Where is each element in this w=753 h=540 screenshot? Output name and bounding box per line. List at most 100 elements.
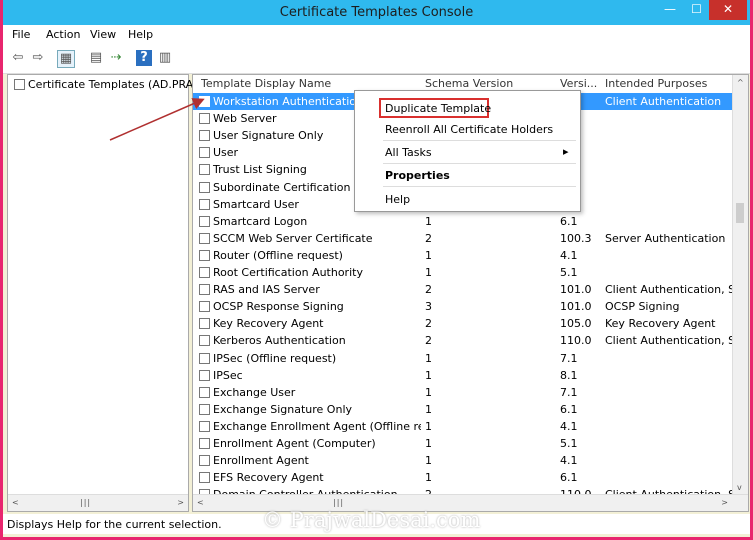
cell-version: 7.1 [560, 384, 600, 401]
table-row[interactable]: Smartcard Logon 1 6.1 [193, 213, 733, 230]
cell-display-name-text: Exchange User [213, 385, 296, 399]
toolbar: ⇦ ⇨ ▦ ▤ ⇢ ? ▥ [3, 45, 750, 74]
certificate-template-icon [199, 472, 210, 484]
cell-schema-version-text: 1 [425, 266, 432, 279]
forward-arrow-icon[interactable]: ⇨ [30, 50, 46, 66]
cell-schema-version-text: 1 [425, 402, 432, 416]
cell-version-text: 4.1 [560, 248, 578, 262]
table-row[interactable]: IPSec (Offline request) 1 7.1 [193, 350, 733, 367]
cell-display-name-text: Enrollment Agent (Computer) [213, 437, 376, 450]
tree-root-item[interactable]: Certificate Templates (AD.PRAJW [14, 78, 207, 91]
cell-schema-version: 1 [425, 213, 555, 230]
table-row[interactable]: Exchange User 1 7.1 [193, 384, 733, 401]
cell-version-text: 8.1 [560, 368, 578, 382]
table-row[interactable]: Exchange Enrollment Agent (Offline requ.… [193, 418, 733, 435]
tree-root-label: Certificate Templates (AD.PRAJW [28, 78, 208, 91]
cell-intended-purposes-text: Client Authentication, Serv [605, 283, 733, 297]
tree-horizontal-scrollbar[interactable]: < ||| > [8, 494, 188, 511]
scroll-right-icon[interactable]: > [721, 498, 728, 507]
back-arrow-icon[interactable]: ⇦ [10, 50, 26, 66]
certificate-template-icon [199, 198, 210, 210]
table-row[interactable]: Router (Offline request) 1 4.1 [193, 247, 733, 264]
cell-version: 6.1 [560, 469, 600, 486]
scroll-left-icon[interactable]: < [12, 498, 19, 507]
cell-display-name-text: User [213, 146, 239, 160]
cell-version-text: 7.1 [560, 385, 578, 399]
cell-display-name-text: Router (Offline request) [213, 248, 343, 262]
cell-intended-purposes-text: OCSP Signing [605, 300, 680, 314]
title-bar[interactable]: Certificate Templates Console — ☐ ✕ [3, 0, 750, 25]
cell-display-name-text: Subordinate Certification Aut [213, 180, 373, 194]
cell-schema-version: 1 [425, 367, 555, 384]
cell-version-text: 110.0 [560, 334, 592, 348]
menu-reenroll-all[interactable]: Reenroll All Certificate Holders [385, 123, 553, 136]
certificate-template-icon [199, 301, 210, 313]
menu-file[interactable]: File [12, 28, 30, 41]
table-row[interactable]: SCCM Web Server Certificate 2 100.3 Server … [193, 230, 733, 247]
cell-schema-version-text: 1 [425, 419, 432, 433]
cell-version: 4.1 [560, 418, 600, 435]
menu-view[interactable]: View [90, 28, 116, 41]
menu-duplicate-template[interactable]: Duplicate Template [385, 102, 491, 115]
cell-schema-version-text: 1 [425, 248, 432, 262]
table-row[interactable]: EFS Recovery Agent 1 6.1 [193, 469, 733, 486]
table-row[interactable]: Enrollment Agent (Computer) 1 5.1 [193, 435, 733, 452]
certificate-template-icon [199, 318, 210, 330]
maximize-button[interactable]: ☐ [684, 0, 709, 20]
table-row[interactable]: OCSP Response Signing 3 101.0 OCSP Signing [193, 298, 733, 315]
cell-schema-version: 2 [425, 332, 555, 349]
cell-version: 5.1 [560, 435, 600, 452]
menu-all-tasks[interactable]: All Tasks [385, 146, 432, 159]
scroll-up-icon[interactable]: ^ [737, 78, 744, 87]
cell-display-name: Kerberos Authentication [199, 332, 421, 349]
cell-schema-version-text: 2 [425, 231, 432, 245]
minimize-button[interactable]: — [656, 0, 684, 20]
cell-display-name-text: Trust List Signing [213, 163, 307, 177]
cell-schema-version-text: 2 [425, 283, 432, 297]
action-pane-icon[interactable]: ▥ [157, 50, 173, 66]
table-row[interactable]: Root Certification Authority 1 5.1 [193, 264, 733, 281]
cell-version-text: 4.1 [560, 454, 578, 468]
column-header-intended-purposes[interactable]: Intended Purposes [605, 75, 733, 93]
cell-schema-version-text: 1 [425, 454, 432, 468]
table-row[interactable]: RAS and IAS Server 2 101.0 Client Authentic… [193, 281, 733, 298]
certificate-template-icon [199, 215, 210, 227]
cell-version: 101.0 [560, 298, 600, 315]
close-button[interactable]: ✕ [709, 0, 747, 20]
cell-intended-purposes: Client Authentication [605, 93, 733, 110]
cell-display-name: Exchange User [199, 384, 421, 401]
certificate-template-icon [199, 130, 210, 142]
scroll-left-icon[interactable]: < [197, 498, 204, 507]
cell-version: 101.0 [560, 281, 600, 298]
certificate-template-icon [199, 455, 210, 467]
show-tree-icon[interactable]: ▦ [57, 50, 75, 68]
cell-display-name: Router (Offline request) [199, 247, 421, 264]
cell-display-name-text: SCCM Web Server Certificate [213, 231, 373, 245]
table-row[interactable]: Exchange Signature Only 1 6.1 [193, 401, 733, 418]
certificate-template-icon [199, 232, 210, 244]
menu-properties[interactable]: Properties [385, 169, 450, 182]
cell-schema-version: 1 [425, 247, 555, 264]
up-folder-icon[interactable]: ▤ [88, 50, 104, 66]
menu-action[interactable]: Action [46, 28, 80, 41]
cell-display-name-text: Web Server [213, 112, 277, 126]
cell-version: 4.1 [560, 452, 600, 469]
cell-display-name-text: Exchange Signature Only [213, 402, 353, 416]
table-row[interactable]: IPSec 1 8.1 [193, 367, 733, 384]
scroll-right-icon[interactable]: > [177, 498, 184, 507]
certificate-template-icon [199, 249, 210, 261]
table-row[interactable]: Enrollment Agent 1 4.1 [193, 452, 733, 469]
menu-help[interactable]: Help [128, 28, 153, 41]
table-row[interactable]: Key Recovery Agent 2 105.0 Key Recovery Age… [193, 315, 733, 332]
cell-display-name-text: Workstation Authentication [213, 95, 363, 108]
table-row[interactable]: Kerberos Authentication 2 110.0 Client Auth… [193, 332, 733, 349]
export-list-icon[interactable]: ⇢ [108, 50, 124, 66]
list-vertical-scrollbar[interactable]: ^ v [732, 75, 748, 495]
menu-separator [383, 140, 576, 141]
cell-display-name-text: IPSec (Offline request) [213, 351, 337, 365]
menu-help-item[interactable]: Help [385, 193, 410, 206]
cell-display-name-text: User Signature Only [213, 129, 324, 143]
scroll-down-icon[interactable]: v [737, 483, 742, 492]
help-icon[interactable]: ? [136, 50, 152, 66]
vertical-scroll-thumb[interactable] [736, 203, 744, 223]
